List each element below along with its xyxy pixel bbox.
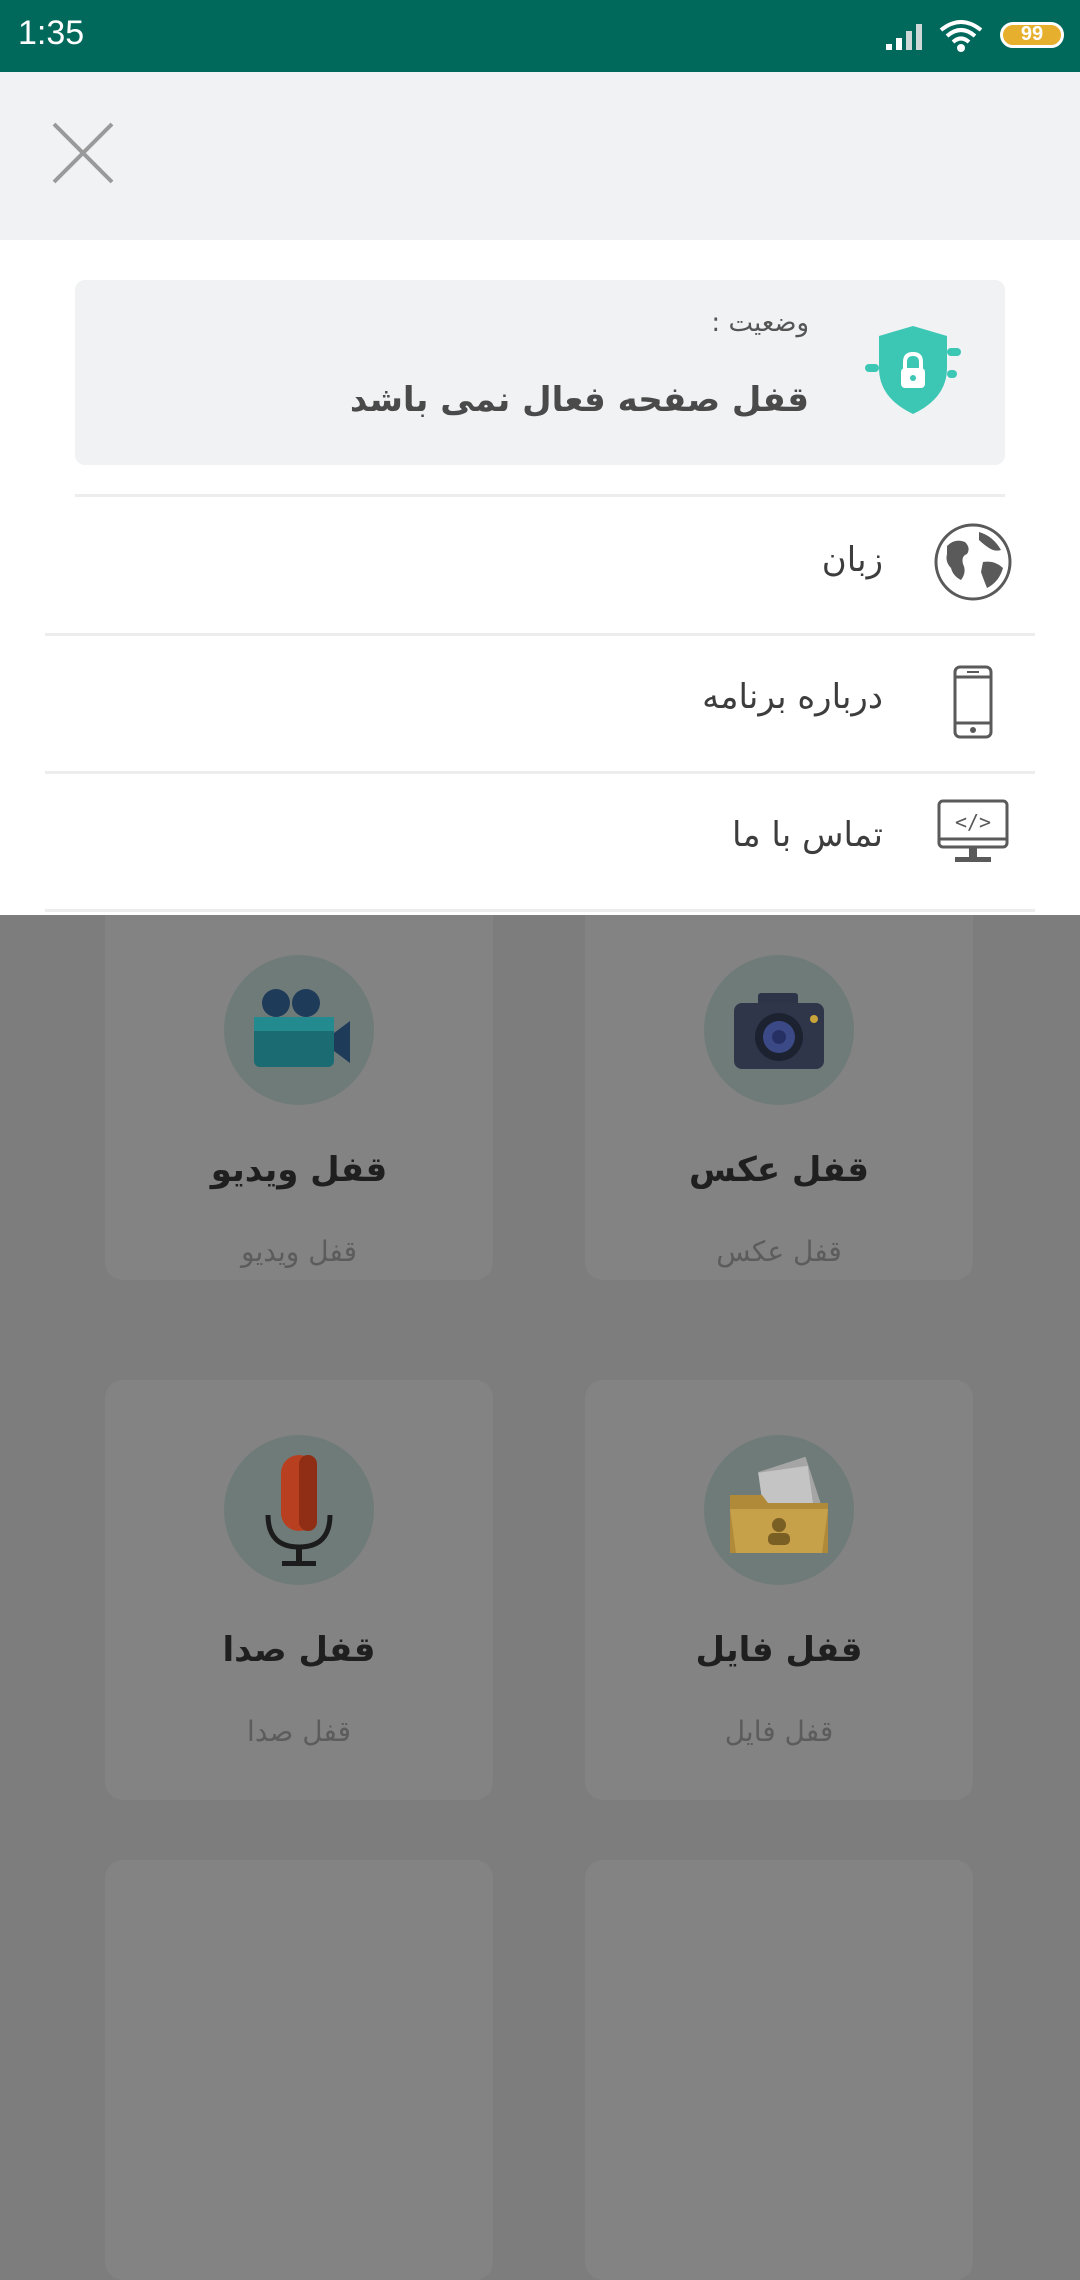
card-placeholder[interactable] <box>105 1860 493 2280</box>
card-title: قفل صدا <box>222 1630 376 1670</box>
photo-camera-icon <box>704 955 854 1105</box>
status-value: قفل صفحه فعال نمی باشد <box>349 380 809 420</box>
microphone-icon <box>224 1435 374 1585</box>
card-subtitle: قفل عکس <box>716 1235 842 1268</box>
folder-icon <box>704 1435 854 1585</box>
menu-item-label: زبان <box>821 540 883 580</box>
svg-text:</>: </> <box>955 810 991 834</box>
phone-icon <box>953 665 993 739</box>
card-file-lock[interactable]: قفل فایل قفل فایل <box>585 1380 973 1800</box>
card-title: قفل عکس <box>689 1150 869 1190</box>
divider <box>45 909 1035 912</box>
shield-lock-icon <box>865 326 961 414</box>
status-label: وضعیت : <box>711 308 809 338</box>
navigation-drawer: وضعیت : قفل صفحه فعال نمی باشد زبان دربا… <box>0 240 1080 915</box>
wifi-icon <box>939 20 983 52</box>
menu-item-label: تماس با ما <box>732 815 883 855</box>
menu-item-label: درباره برنامه <box>702 677 883 717</box>
battery-level: 99 <box>1020 23 1044 45</box>
feature-grid: قفل ویدیو قفل ویدیو قفل عکس قفل عکس قفل … <box>0 860 1080 2280</box>
card-title: قفل ویدیو <box>210 1150 388 1190</box>
card-video-lock[interactable]: قفل ویدیو قفل ویدیو <box>105 860 493 1280</box>
video-camera-icon <box>224 955 374 1105</box>
menu-item-language[interactable]: زبان <box>45 498 1035 635</box>
status-bar: 1:35 99 <box>0 0 1080 72</box>
card-audio-lock[interactable]: قفل صدا قفل صدا <box>105 1380 493 1800</box>
divider <box>75 494 1005 497</box>
code-monitor-icon: </> <box>937 799 1009 862</box>
status-time: 1:35 <box>18 14 85 52</box>
menu-item-about[interactable]: درباره برنامه <box>45 635 1035 772</box>
card-placeholder[interactable] <box>585 1860 973 2280</box>
lock-status-card: وضعیت : قفل صفحه فعال نمی باشد <box>75 280 1005 465</box>
drawer-header <box>0 72 1080 240</box>
signal-icon <box>886 24 922 50</box>
close-icon[interactable] <box>50 120 116 186</box>
card-photo-lock[interactable]: قفل عکس قفل عکس <box>585 860 973 1280</box>
battery-icon: 99 <box>1000 22 1064 48</box>
menu-item-contact[interactable]: تماس با ما </> <box>45 773 1035 910</box>
card-subtitle: قفل صدا <box>247 1715 351 1748</box>
globe-icon <box>934 523 1012 601</box>
card-subtitle: قفل ویدیو <box>241 1235 357 1268</box>
card-subtitle: قفل فایل <box>724 1715 834 1748</box>
card-title: قفل فایل <box>695 1630 863 1670</box>
